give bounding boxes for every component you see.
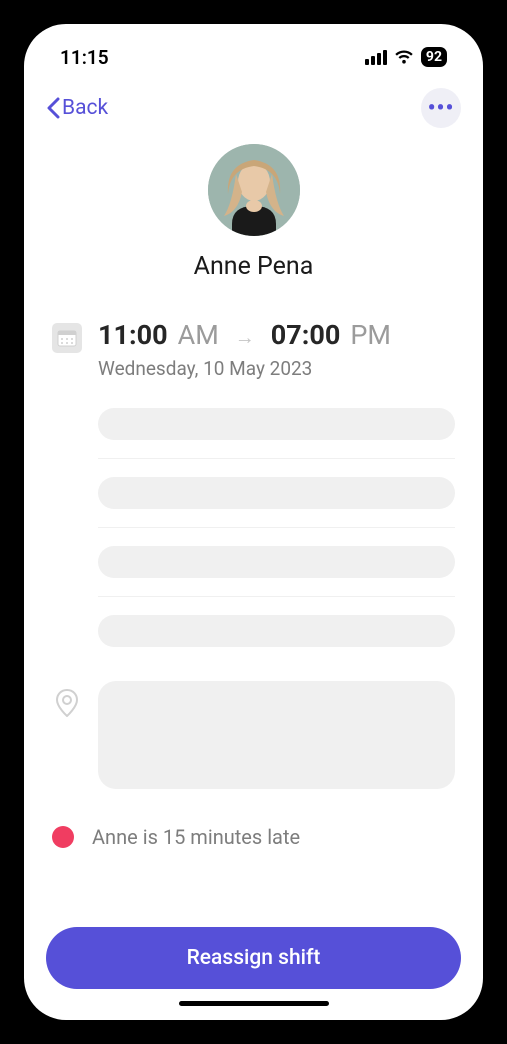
late-status-row: Anne is 15 minutes late bbox=[24, 789, 483, 849]
start-time: 11:00 bbox=[98, 319, 168, 351]
battery-level: 92 bbox=[426, 49, 442, 65]
end-time: 07:00 bbox=[271, 319, 341, 351]
nav-bar: Back ••• bbox=[24, 78, 483, 132]
bottom-area: Reassign shift bbox=[24, 927, 483, 1020]
location-row bbox=[24, 681, 483, 789]
time-range: 11:00 AM → 07:00 PM bbox=[98, 319, 455, 351]
cellular-signal-icon bbox=[365, 50, 387, 65]
profile-name: Anne Pena bbox=[194, 252, 314, 281]
list-item bbox=[98, 596, 455, 665]
location-pin-icon bbox=[52, 681, 82, 789]
reassign-shift-button[interactable]: Reassign shift bbox=[46, 927, 461, 989]
status-icons: 92 bbox=[365, 47, 447, 67]
wifi-icon bbox=[394, 50, 414, 65]
more-options-button[interactable]: ••• bbox=[421, 88, 461, 128]
avatar[interactable] bbox=[208, 144, 300, 236]
arrow-right-icon: → bbox=[229, 325, 261, 350]
status-dot bbox=[52, 826, 74, 848]
screen: 11:15 92 Back ••• bbox=[24, 24, 483, 1020]
list-item bbox=[98, 408, 455, 458]
battery-indicator: 92 bbox=[421, 47, 447, 67]
time-info: 11:00 AM → 07:00 PM Wednesday, 10 May 20… bbox=[98, 319, 455, 380]
more-horizontal-icon: ••• bbox=[428, 96, 455, 121]
start-ampm: AM bbox=[178, 319, 219, 351]
device-frame: 11:15 92 Back ••• bbox=[10, 10, 497, 1034]
chevron-left-icon bbox=[46, 97, 60, 119]
calendar-icon bbox=[52, 323, 82, 353]
shift-time-row: 11:00 AM → 07:00 PM Wednesday, 10 May 20… bbox=[52, 319, 455, 380]
status-time: 11:15 bbox=[60, 46, 109, 69]
status-bar: 11:15 92 bbox=[24, 24, 483, 78]
detail-list bbox=[52, 408, 455, 665]
location-placeholder bbox=[98, 681, 455, 789]
end-ampm: PM bbox=[350, 319, 391, 351]
home-indicator[interactable] bbox=[179, 1001, 329, 1006]
back-button[interactable]: Back bbox=[46, 96, 108, 120]
status-message: Anne is 15 minutes late bbox=[92, 825, 300, 849]
profile-section: Anne Pena bbox=[24, 132, 483, 291]
list-item bbox=[98, 527, 455, 596]
shift-date: Wednesday, 10 May 2023 bbox=[98, 357, 455, 380]
shift-section: 11:00 AM → 07:00 PM Wednesday, 10 May 20… bbox=[24, 291, 483, 665]
list-item bbox=[98, 458, 455, 527]
back-label: Back bbox=[62, 96, 108, 120]
